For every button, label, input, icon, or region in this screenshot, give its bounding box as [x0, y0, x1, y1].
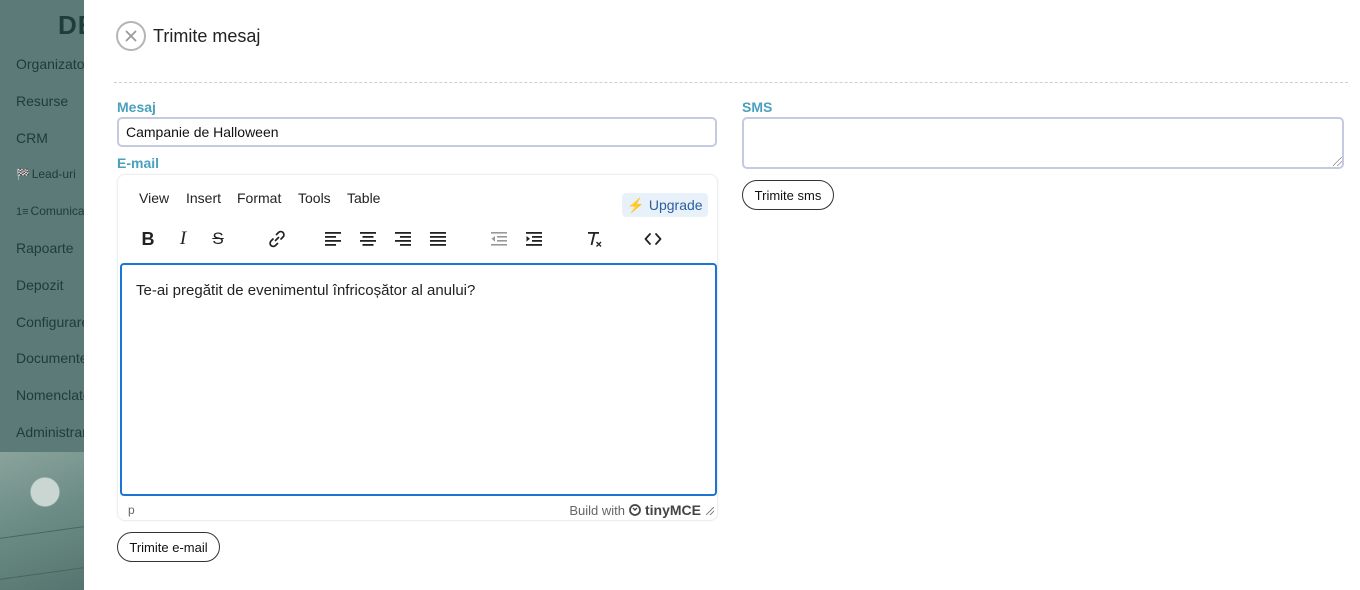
menu-item-lead-uri[interactable]: 🏁 Lead-uri [16, 162, 84, 199]
menu-item-resurse[interactable]: Resurse [16, 89, 84, 126]
clear-formatting-button[interactable] [581, 225, 607, 253]
menu-item-depozit[interactable]: Depozit [16, 273, 84, 310]
strikethrough-button[interactable]: S [205, 225, 231, 253]
upgrade-button[interactable]: ⚡ Upgrade [622, 193, 708, 217]
send-sms-button[interactable]: Trimite sms [742, 180, 834, 210]
tinymce-branding[interactable]: Build with tinyMCE [569, 502, 701, 518]
align-center-icon [360, 232, 376, 246]
editor-statusbar: p Build with tinyMCE [118, 499, 717, 521]
list-icon: 1≡ [16, 206, 29, 219]
align-left-icon [325, 232, 341, 246]
italic-button[interactable]: I [170, 225, 196, 253]
background-sidebar: DE Organizator Resurse CRM 🏁Lead-uri 1≡C… [0, 0, 84, 590]
clear-formatting-icon [588, 232, 602, 247]
align-justify-button[interactable] [425, 225, 451, 253]
outdent-button[interactable] [486, 225, 512, 253]
align-right-icon [395, 232, 411, 246]
source-code-button[interactable] [640, 225, 666, 253]
close-icon [125, 30, 137, 42]
app-logo: DE [58, 10, 84, 40]
align-justify-icon [430, 232, 446, 246]
message-subject-input[interactable] [117, 117, 717, 147]
bold-button[interactable]: B [135, 225, 161, 253]
background-image [0, 452, 84, 590]
strikethrough-icon: S [212, 229, 224, 248]
italic-icon: I [179, 228, 187, 249]
email-label: E-mail [117, 155, 160, 171]
flag-icon: 🏁 [16, 169, 30, 182]
element-path[interactable]: p [128, 503, 135, 517]
send-message-panel: Trimite mesaj Mesaj E-mail View Insert F… [84, 0, 1360, 590]
menu-format[interactable]: Format [237, 190, 281, 206]
editor-toolbar: B I S [118, 225, 717, 253]
align-center-button[interactable] [355, 225, 381, 253]
lightning-icon: ⚡ [627, 196, 645, 213]
link-icon [269, 230, 285, 248]
menu-table[interactable]: Table [347, 190, 380, 206]
indent-button[interactable] [521, 225, 547, 253]
menu-tools[interactable]: Tools [298, 190, 331, 206]
message-label: Mesaj [117, 99, 156, 115]
menu-item-comunicare[interactable]: 1≡Comunicare [16, 199, 84, 236]
background-menu: Organizator Resurse CRM 🏁 Lead-uri 1≡ Comu… [16, 52, 84, 457]
menu-insert[interactable]: Insert [186, 190, 221, 206]
align-right-button[interactable] [390, 225, 416, 253]
source-code-icon [644, 233, 662, 245]
menu-item-nomenclatoare[interactable]: Nomenclatoare [16, 383, 84, 420]
email-editor: View Insert Format Tools Table ⚡ Upgrade… [117, 174, 718, 521]
email-content-area[interactable]: Te-ai pregătit de evenimentul înfricoșăt… [120, 263, 717, 496]
menu-item-crm[interactable]: CRM [16, 126, 84, 163]
menu-item-rapoarte[interactable]: Rapoarte [16, 236, 84, 273]
editor-menubar: View Insert Format Tools Table ⚡ Upgrade [118, 183, 717, 217]
menu-item-documente[interactable]: Documente [16, 346, 84, 383]
outdent-icon [491, 232, 507, 246]
sms-label: SMS [742, 99, 773, 115]
link-button[interactable] [264, 225, 290, 253]
send-email-button[interactable]: Trimite e-mail [117, 532, 220, 562]
align-left-button[interactable] [320, 225, 346, 253]
indent-icon [526, 232, 542, 246]
editor-resize-handle[interactable] [706, 507, 714, 515]
divider [114, 82, 1348, 83]
menu-item-configurare[interactable]: Configurare [16, 310, 84, 347]
modal-title: Trimite mesaj [153, 26, 261, 46]
sms-resize-handle[interactable] [1333, 157, 1342, 166]
menu-item-organizator[interactable]: Organizator [16, 52, 84, 89]
sms-textarea[interactable] [742, 117, 1344, 169]
bold-icon: B [141, 228, 155, 249]
close-button[interactable] [116, 21, 146, 51]
tinymce-logo-icon [629, 504, 641, 516]
menu-view[interactable]: View [139, 190, 169, 206]
